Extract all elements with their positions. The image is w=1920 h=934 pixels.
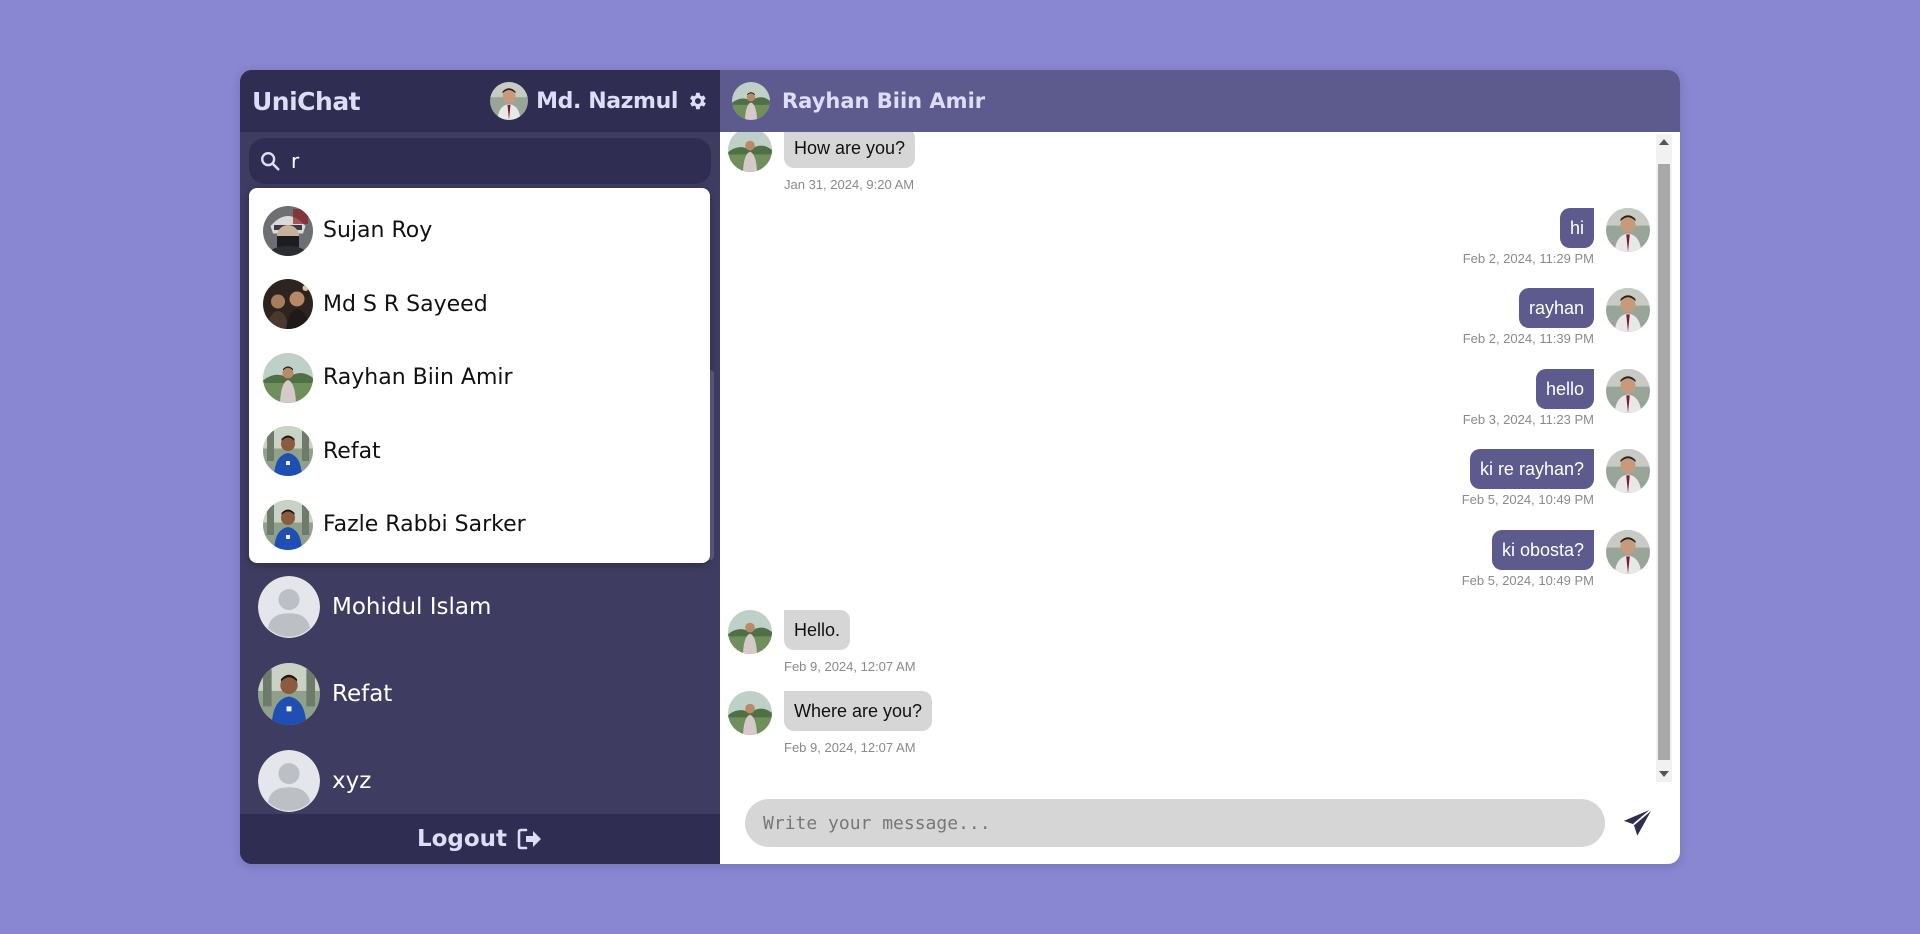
message-list: How are you? Jan 31, 2024, 9:20 AM hi Fe… [720, 132, 1660, 782]
contact-name: Rayhan Biin Amir [782, 89, 986, 113]
chat-item-xyz[interactable]: xyz [240, 737, 712, 824]
message-bubble: Hello. [784, 610, 851, 650]
message-time: Feb 3, 2024, 11:23 PM [1462, 412, 1594, 427]
search-icon [261, 152, 280, 171]
user-name: Md. Nazmul [536, 88, 678, 114]
sender-avatar [728, 610, 772, 654]
message-incoming: Where are you? Feb 9, 2024, 12:07 AM [728, 691, 933, 755]
message-time: Feb 5, 2024, 10:49 PM [1461, 492, 1594, 507]
search-result-refat[interactable]: Refat [249, 415, 710, 489]
chat-item-mohidul-islam[interactable]: Mohidul Islam [240, 563, 712, 650]
user-avatar [1606, 369, 1650, 413]
message-outgoing: rayhan Feb 2, 2024, 11:39 PM [1463, 288, 1650, 346]
gear-icon[interactable] [686, 90, 708, 112]
message-outgoing: hello Feb 3, 2024, 11:23 PM [1463, 369, 1650, 427]
chat-app-window: UniChat Md. Nazmul r Mohidul Islam Refat… [240, 70, 1680, 864]
message-bubble: Where are you? [784, 691, 933, 731]
chat-item-name: xyz [332, 767, 372, 794]
chat-item-refat[interactable]: Refat [240, 650, 712, 737]
search-result-sujan-roy[interactable]: Sujan Roy [249, 194, 710, 268]
search-result-name: Md S R Sayeed [323, 291, 488, 317]
search-bar [240, 132, 720, 190]
current-user: Md. Nazmul [490, 82, 708, 120]
send-icon[interactable] [1621, 806, 1655, 840]
message-time: Feb 2, 2024, 11:39 PM [1462, 331, 1594, 346]
sidebar: UniChat Md. Nazmul r Mohidul Islam Refat… [240, 70, 720, 864]
chat-header: Rayhan Biin Amir [720, 70, 1680, 132]
search-box [249, 138, 711, 184]
message-bubble: rayhan [1518, 288, 1594, 328]
group-photo-avatar [263, 279, 313, 330]
user-avatar [1606, 208, 1650, 252]
search-result-rayhan-biin-amir[interactable]: Rayhan Biin Amir [249, 341, 710, 415]
user-avatar [1606, 288, 1650, 332]
masked-ninja-avatar [263, 205, 313, 256]
messages-scrollbar[interactable] [1656, 134, 1672, 782]
message-time: Feb 5, 2024, 10:49 PM [1461, 573, 1594, 588]
blue-jersey-avatar [258, 662, 320, 725]
message-bubble: ki re rayhan? [1469, 449, 1594, 489]
user-avatar[interactable] [490, 82, 529, 120]
message-time: Jan 31, 2024, 9:20 AM [784, 177, 915, 192]
sign-out-icon [517, 828, 542, 850]
message-outgoing: ki re rayhan? Feb 5, 2024, 10:49 PM [1462, 449, 1650, 507]
chat-item-name: Refat [332, 680, 393, 707]
default-user-avatar [258, 575, 320, 638]
search-result-name: Refat [323, 438, 381, 464]
message-composer [720, 782, 1680, 864]
logout-label: Logout [416, 826, 508, 852]
chat-panel: Rayhan Biin Amir How are you? Jan 31, 20… [720, 70, 1680, 864]
sidebar-header: UniChat Md. Nazmul [240, 70, 720, 132]
message-incoming: Hello. Feb 9, 2024, 12:07 AM [728, 610, 916, 674]
contact-avatar[interactable] [732, 82, 770, 120]
message-bubble: hello [1535, 369, 1594, 409]
blue-jersey-avatar [263, 499, 313, 550]
message-time: Feb 2, 2024, 11:29 PM [1462, 251, 1594, 266]
scroll-down-arrow-icon[interactable] [1659, 771, 1669, 777]
scrollbar-thumb[interactable] [1658, 164, 1670, 760]
search-result-name: Rayhan Biin Amir [323, 365, 513, 391]
message-incoming: How are you? Jan 31, 2024, 9:20 AM [728, 132, 916, 192]
message-outgoing: hi Feb 2, 2024, 11:29 PM [1463, 208, 1650, 266]
app-title: UniChat [252, 86, 361, 116]
message-bubble: How are you? [784, 132, 916, 168]
sender-avatar [728, 132, 772, 172]
message-bubble: hi [1559, 208, 1594, 248]
search-input[interactable] [289, 148, 701, 174]
scroll-up-arrow-icon[interactable] [1659, 139, 1669, 145]
default-user-avatar [258, 749, 320, 812]
search-result-name: Fazle Rabbi Sarker [323, 512, 526, 538]
logout-button[interactable]: Logout [240, 814, 720, 864]
search-results-dropdown: Sujan Roy Md S R Sayeed Rayhan Biin Amir… [249, 188, 710, 563]
message-input[interactable] [745, 799, 1605, 847]
user-avatar [1606, 530, 1650, 574]
sender-avatar [728, 691, 772, 735]
message-time: Feb 9, 2024, 12:07 AM [784, 659, 916, 674]
outdoor-person-avatar [263, 352, 313, 403]
search-result-fazle-rabbi-sarker[interactable]: Fazle Rabbi Sarker [249, 488, 710, 562]
search-result-name: Sujan Roy [323, 218, 433, 244]
message-bubble: ki obosta? [1491, 530, 1594, 570]
user-avatar [1606, 449, 1650, 493]
message-outgoing: ki obosta? Feb 5, 2024, 10:49 PM [1462, 530, 1650, 588]
chat-item-name: Mohidul Islam [332, 593, 492, 620]
search-result-md-s-r-sayeed[interactable]: Md S R Sayeed [249, 268, 710, 342]
message-time: Feb 9, 2024, 12:07 AM [784, 740, 916, 755]
blue-jersey-avatar [263, 426, 313, 477]
